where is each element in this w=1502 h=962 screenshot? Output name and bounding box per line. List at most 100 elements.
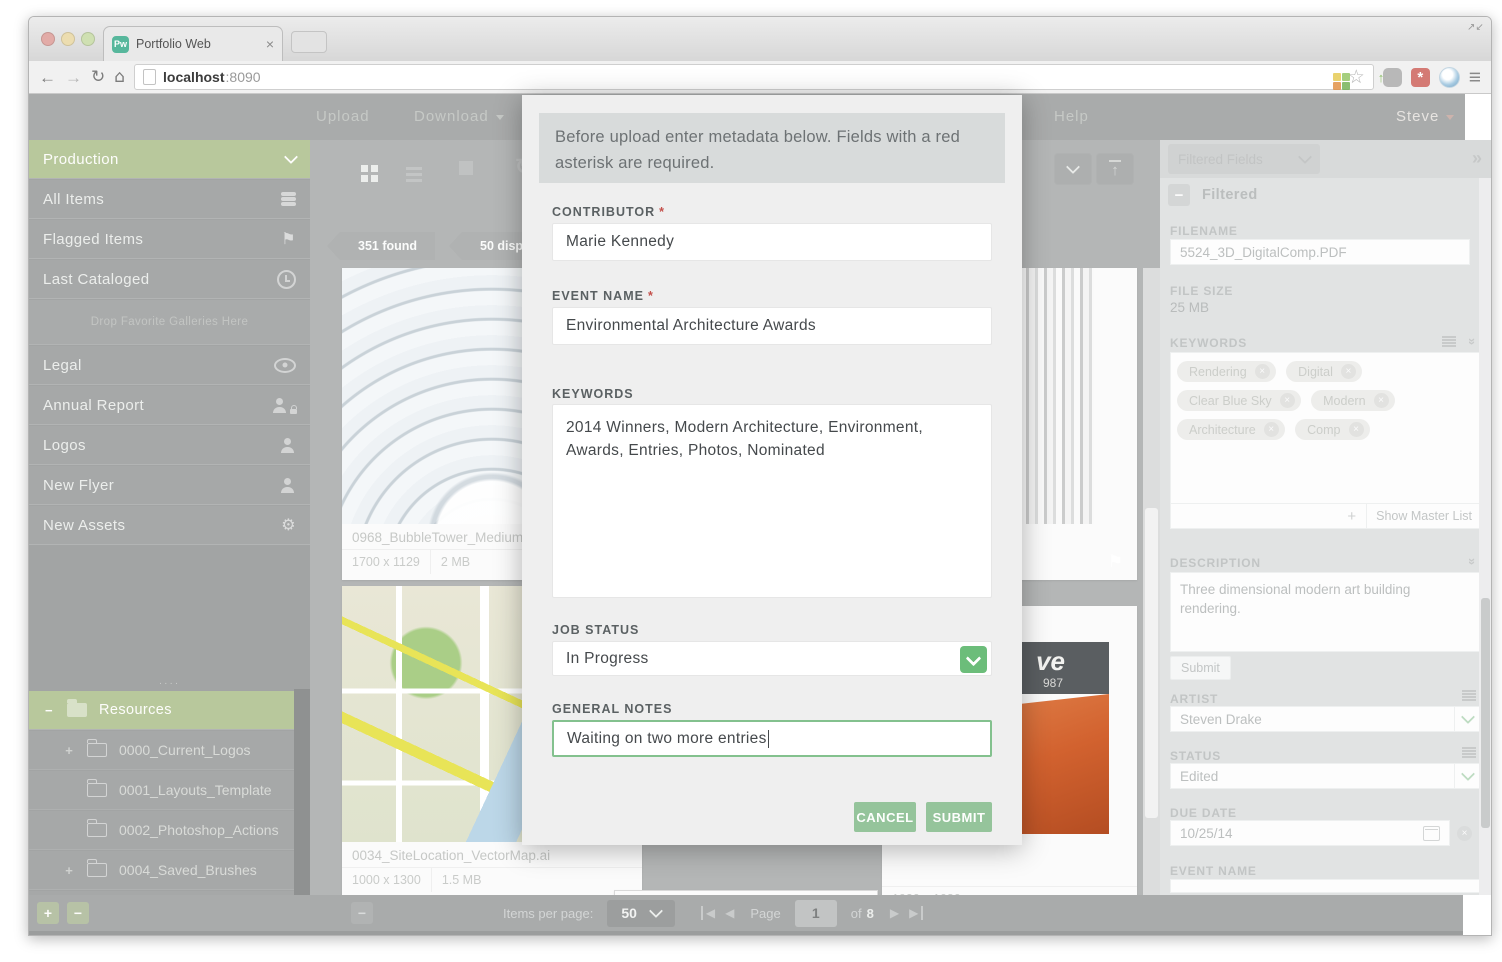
- sidebar-item-legal[interactable]: Legal: [29, 346, 310, 385]
- calendar-icon[interactable]: [1423, 825, 1440, 841]
- nav-help[interactable]: Help: [1054, 108, 1089, 125]
- folder-row[interactable]: 0001_Layouts_Template: [29, 771, 294, 810]
- favorites-drop-zone[interactable]: Drop Favorite Galleries Here: [29, 300, 310, 345]
- next-page-icon[interactable]: ▶: [890, 906, 899, 920]
- sidebar-item-flagged-items[interactable]: Flagged Items ⚑: [29, 220, 310, 259]
- folder-row[interactable]: + 0004_Saved_Brushes: [29, 851, 294, 890]
- artist-field[interactable]: Steven Drake: [1170, 706, 1482, 732]
- panel-scrollbar[interactable]: [1479, 178, 1491, 895]
- page-number-field[interactable]: 1: [794, 899, 837, 927]
- user-menu[interactable]: Steve: [1396, 108, 1455, 125]
- remove-keyword-icon[interactable]: ×: [1279, 393, 1295, 408]
- translate-extension-icon[interactable]: [1332, 73, 1341, 81]
- remove-keyword-icon[interactable]: ×: [1254, 364, 1270, 379]
- keyword-tag[interactable]: Rendering ×: [1177, 361, 1276, 382]
- content-scrollbar[interactable]: [1143, 268, 1160, 895]
- expand-icon[interactable]: +: [63, 743, 75, 758]
- fullscreen-icon[interactable]: ↗↙: [1467, 23, 1484, 33]
- sidebar-item-annual-report[interactable]: Annual Report: [29, 386, 310, 425]
- upload-assets-icon[interactable]: ↑: [1096, 153, 1134, 185]
- zoom-out-thumbnails-button[interactable]: −: [351, 902, 373, 924]
- due-date-field[interactable]: 10/25/14: [1170, 820, 1450, 846]
- minimize-window-button[interactable]: [61, 32, 75, 46]
- filtered-section-header[interactable]: − Filtered: [1168, 184, 1258, 206]
- panel-drag-handle[interactable]: ····: [29, 679, 310, 689]
- keyword-tag[interactable]: Digital ×: [1286, 361, 1362, 382]
- new-tab-button[interactable]: [291, 31, 327, 53]
- resources-root-folder[interactable]: − Resources: [29, 691, 310, 730]
- forward-icon[interactable]: →: [65, 69, 82, 86]
- description-field[interactable]: Three dimensional modern art building re…: [1170, 572, 1482, 652]
- list-icon[interactable]: [1442, 336, 1456, 338]
- filename-field[interactable]: 5524_3D_DigitalComp.PDF: [1170, 239, 1470, 265]
- evernote-extension-icon[interactable]: ↑: [1378, 67, 1402, 87]
- camera-extension-icon[interactable]: [1438, 66, 1460, 88]
- dropdown-button[interactable]: [960, 646, 987, 673]
- scrollbar-thumb[interactable]: [1145, 508, 1158, 818]
- tab-close-icon[interactable]: ×: [266, 36, 274, 52]
- remove-keyword-icon[interactable]: ×: [1263, 422, 1279, 437]
- grid-view-icon[interactable]: [346, 153, 382, 183]
- collapse-expander[interactable]: −: [43, 703, 55, 718]
- nav-upload[interactable]: Upload: [316, 108, 370, 125]
- reload-icon[interactable]: ↻: [91, 68, 105, 86]
- remove-keyword-icon[interactable]: ×: [1340, 364, 1356, 379]
- collapse-section-icon[interactable]: −: [1168, 184, 1190, 206]
- bookmark-star-icon[interactable]: ☆: [1348, 67, 1365, 87]
- zoom-window-button[interactable]: [81, 32, 95, 46]
- submit-button[interactable]: SUBMIT: [926, 802, 992, 832]
- back-icon[interactable]: ←: [39, 69, 56, 86]
- sort-direction-button[interactable]: [1054, 153, 1092, 185]
- expand-field-icon[interactable]: »: [1465, 558, 1480, 565]
- sidebar-item-new-flyer[interactable]: New Flyer: [29, 466, 310, 505]
- event-name-field[interactable]: [1170, 879, 1482, 893]
- address-bar[interactable]: localhost :8090 ☆: [134, 64, 1374, 90]
- job-status-select[interactable]: In Progress: [552, 641, 992, 676]
- general-notes-input[interactable]: Waiting on two more entries: [552, 720, 992, 757]
- single-view-icon[interactable]: [448, 153, 484, 183]
- asterisk-extension-icon[interactable]: *: [1410, 67, 1430, 87]
- folder-row[interactable]: + 0000_Current_Logos: [29, 731, 294, 770]
- prev-page-icon[interactable]: ◀: [725, 906, 734, 920]
- browser-titlebar[interactable]: Pw Portfolio Web × ↗↙: [29, 17, 1491, 62]
- remove-gallery-button[interactable]: −: [67, 902, 89, 924]
- submit-description-button[interactable]: Submit: [1170, 656, 1231, 680]
- remove-keyword-icon[interactable]: ×: [1348, 422, 1364, 437]
- show-master-list-button[interactable]: Show Master List: [1366, 504, 1481, 528]
- dropdown-cell[interactable]: [1454, 764, 1481, 788]
- catalog-selector[interactable]: Production: [29, 140, 310, 179]
- expand-icon[interactable]: +: [63, 863, 75, 878]
- nav-download[interactable]: Download: [414, 108, 504, 125]
- field-view-selector[interactable]: Filtered Fields: [1168, 144, 1320, 174]
- list-icon[interactable]: [1462, 690, 1476, 692]
- keyword-tag[interactable]: Clear Blue Sky ×: [1177, 390, 1301, 411]
- list-view-icon[interactable]: [396, 153, 432, 183]
- browser-tab[interactable]: Pw Portfolio Web ×: [103, 26, 283, 61]
- sidebar-item-logos[interactable]: Logos: [29, 426, 310, 465]
- browser-menu-icon[interactable]: ≡: [1469, 67, 1481, 88]
- folder-row[interactable]: 0002_Photoshop_Actions: [29, 811, 294, 850]
- cancel-button[interactable]: CANCEL: [854, 802, 916, 832]
- keyword-tag[interactable]: Modern ×: [1311, 390, 1395, 411]
- expand-field-icon[interactable]: »: [1465, 338, 1480, 345]
- list-icon[interactable]: [1462, 747, 1476, 749]
- clear-date-icon[interactable]: ×: [1457, 826, 1472, 841]
- last-page-icon[interactable]: ▶: [909, 906, 924, 920]
- contributor-input[interactable]: Marie Kennedy: [552, 223, 992, 261]
- sidebar-item-last-cataloged[interactable]: Last Cataloged: [29, 260, 310, 299]
- keyword-tag[interactable]: Architecture ×: [1177, 419, 1285, 440]
- remove-keyword-icon[interactable]: ×: [1373, 393, 1389, 408]
- keywords-box[interactable]: Rendering × Digital × Clear Blue Sky × Mode…: [1170, 352, 1482, 504]
- scrollbar-thumb[interactable]: [1481, 598, 1490, 828]
- first-page-icon[interactable]: ◀: [700, 906, 715, 920]
- event-name-input[interactable]: Environmental Architecture Awards: [552, 307, 992, 345]
- sidebar-item-all-items[interactable]: All Items: [29, 180, 310, 219]
- add-keyword-icon[interactable]: +: [1337, 508, 1366, 525]
- close-window-button[interactable]: [41, 32, 55, 46]
- keyword-tag[interactable]: Comp ×: [1295, 419, 1370, 440]
- collapse-panel-icon[interactable]: »: [1472, 148, 1482, 169]
- status-field[interactable]: Edited: [1170, 763, 1482, 789]
- home-icon[interactable]: ⌂: [114, 68, 125, 86]
- add-gallery-button[interactable]: +: [37, 902, 59, 924]
- sidebar-item-new-assets[interactable]: New Assets ⚙: [29, 506, 310, 545]
